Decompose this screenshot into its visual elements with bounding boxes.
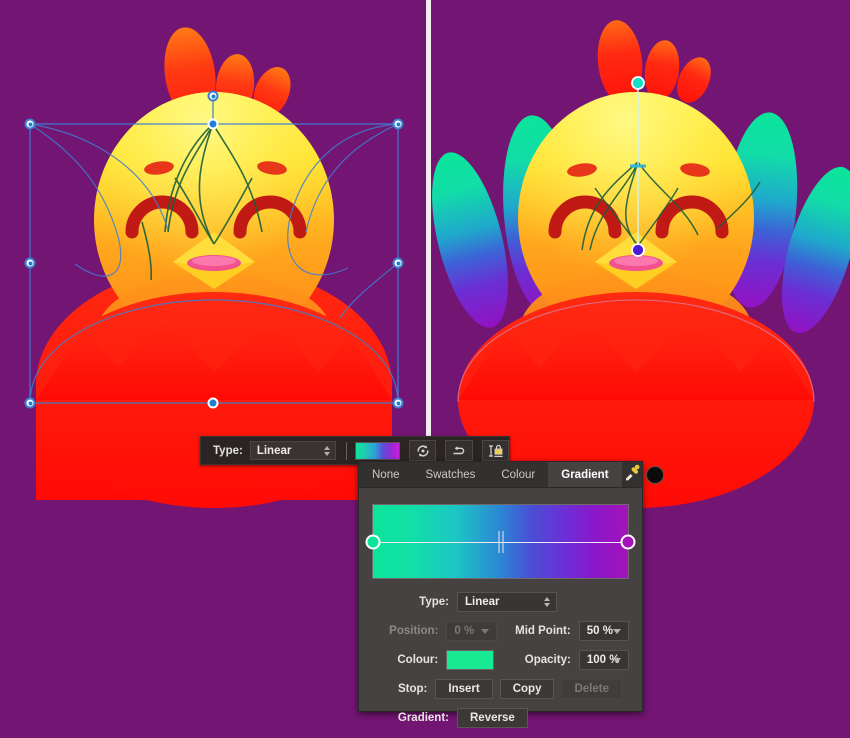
canvas-divider [426, 0, 431, 440]
field-stop-label: Stop: [398, 683, 428, 695]
gradient-stop-end[interactable] [620, 534, 636, 549]
panel-fields: Type: Linear Position: 0 % Mid Point: 50… [359, 579, 642, 728]
field-colour-label: Colour: [397, 654, 439, 666]
field-opacity-label: Opacity: [524, 654, 571, 666]
colour-swatch-black[interactable] [645, 465, 664, 484]
insert-stop-button[interactable]: Insert [435, 679, 493, 699]
field-type-spinner[interactable] [544, 596, 550, 608]
gradient-swatch[interactable] [354, 441, 400, 460]
gradient-end-handle [631, 243, 645, 257]
eggshell-front [36, 292, 392, 508]
toolbar-type-select[interactable]: Linear [249, 441, 336, 460]
toolbar-divider [345, 441, 347, 460]
toolbar-type-label: Type: [213, 444, 243, 457]
chevron-down-icon-opacity[interactable] [613, 658, 621, 663]
lock-transform-icon[interactable] [481, 440, 510, 461]
field-colour-swatch[interactable] [446, 650, 494, 670]
gradient-panel: None Swatches Colour Gradient Type: Line… [358, 461, 664, 728]
eyedropper-icon[interactable] [622, 462, 642, 487]
tab-colour-label: Colour [501, 468, 536, 481]
tab-swatches-label: Swatches [425, 468, 476, 481]
field-position-value: 0 % [454, 625, 475, 637]
field-type-select[interactable]: Linear [457, 592, 557, 612]
gradient-midpoint-marker[interactable] [497, 530, 504, 553]
row-colour-opacity: Colour: Opacity: 100 % [372, 650, 629, 670]
field-midpoint-label: Mid Point: [515, 625, 571, 637]
row-gradient-buttons: Gradient: Reverse [372, 708, 629, 728]
reverse-gradient-button[interactable]: Reverse [457, 708, 528, 728]
field-position-select[interactable]: 0 % [446, 621, 497, 641]
row-stop-buttons: Stop: Insert Copy Delete [372, 679, 629, 699]
tab-colour[interactable]: Colour [488, 462, 548, 487]
delete-stop-button: Delete [561, 679, 622, 699]
field-midpoint-select[interactable]: 50 % [578, 621, 629, 641]
tab-none-label: None [372, 468, 400, 481]
gradient-preview[interactable] [365, 504, 636, 579]
chevron-down-icon-midpoint[interactable] [613, 629, 621, 634]
field-opacity-select[interactable]: 100 % [578, 650, 629, 670]
field-position-label: Position: [389, 625, 439, 637]
spinner-arrows[interactable] [323, 445, 330, 457]
field-gradient-label: Gradient: [397, 712, 449, 724]
toolbar-type-value: Linear [256, 444, 292, 457]
field-type-label: Type: [419, 596, 449, 608]
tab-gradient-label: Gradient [561, 468, 609, 481]
tab-none[interactable]: None [359, 462, 413, 487]
rotate-gradient-icon[interactable] [408, 440, 437, 461]
panel-tab-bar: None Swatches Colour Gradient [359, 462, 664, 488]
copy-stop-button[interactable]: Copy [499, 679, 555, 699]
reverse-gradient-icon[interactable] [445, 440, 473, 461]
app-root: Type: Linear None Swatches Colour Gradie… [0, 0, 850, 738]
panel-tools [622, 462, 669, 487]
tab-gradient[interactable]: Gradient [548, 462, 622, 487]
chevron-down-icon-position[interactable] [480, 629, 489, 634]
row-type: Type: Linear [372, 592, 629, 612]
row-position-midpoint: Position: 0 % Mid Point: 50 % [372, 621, 629, 641]
field-type-value: Linear [465, 596, 500, 608]
field-midpoint-value: 50 % [586, 625, 613, 637]
tab-swatches[interactable]: Swatches [413, 462, 489, 487]
gradient-preview-wrap [359, 488, 642, 579]
gradient-stop-start[interactable] [365, 534, 381, 549]
gradient-start-handle [631, 76, 645, 90]
